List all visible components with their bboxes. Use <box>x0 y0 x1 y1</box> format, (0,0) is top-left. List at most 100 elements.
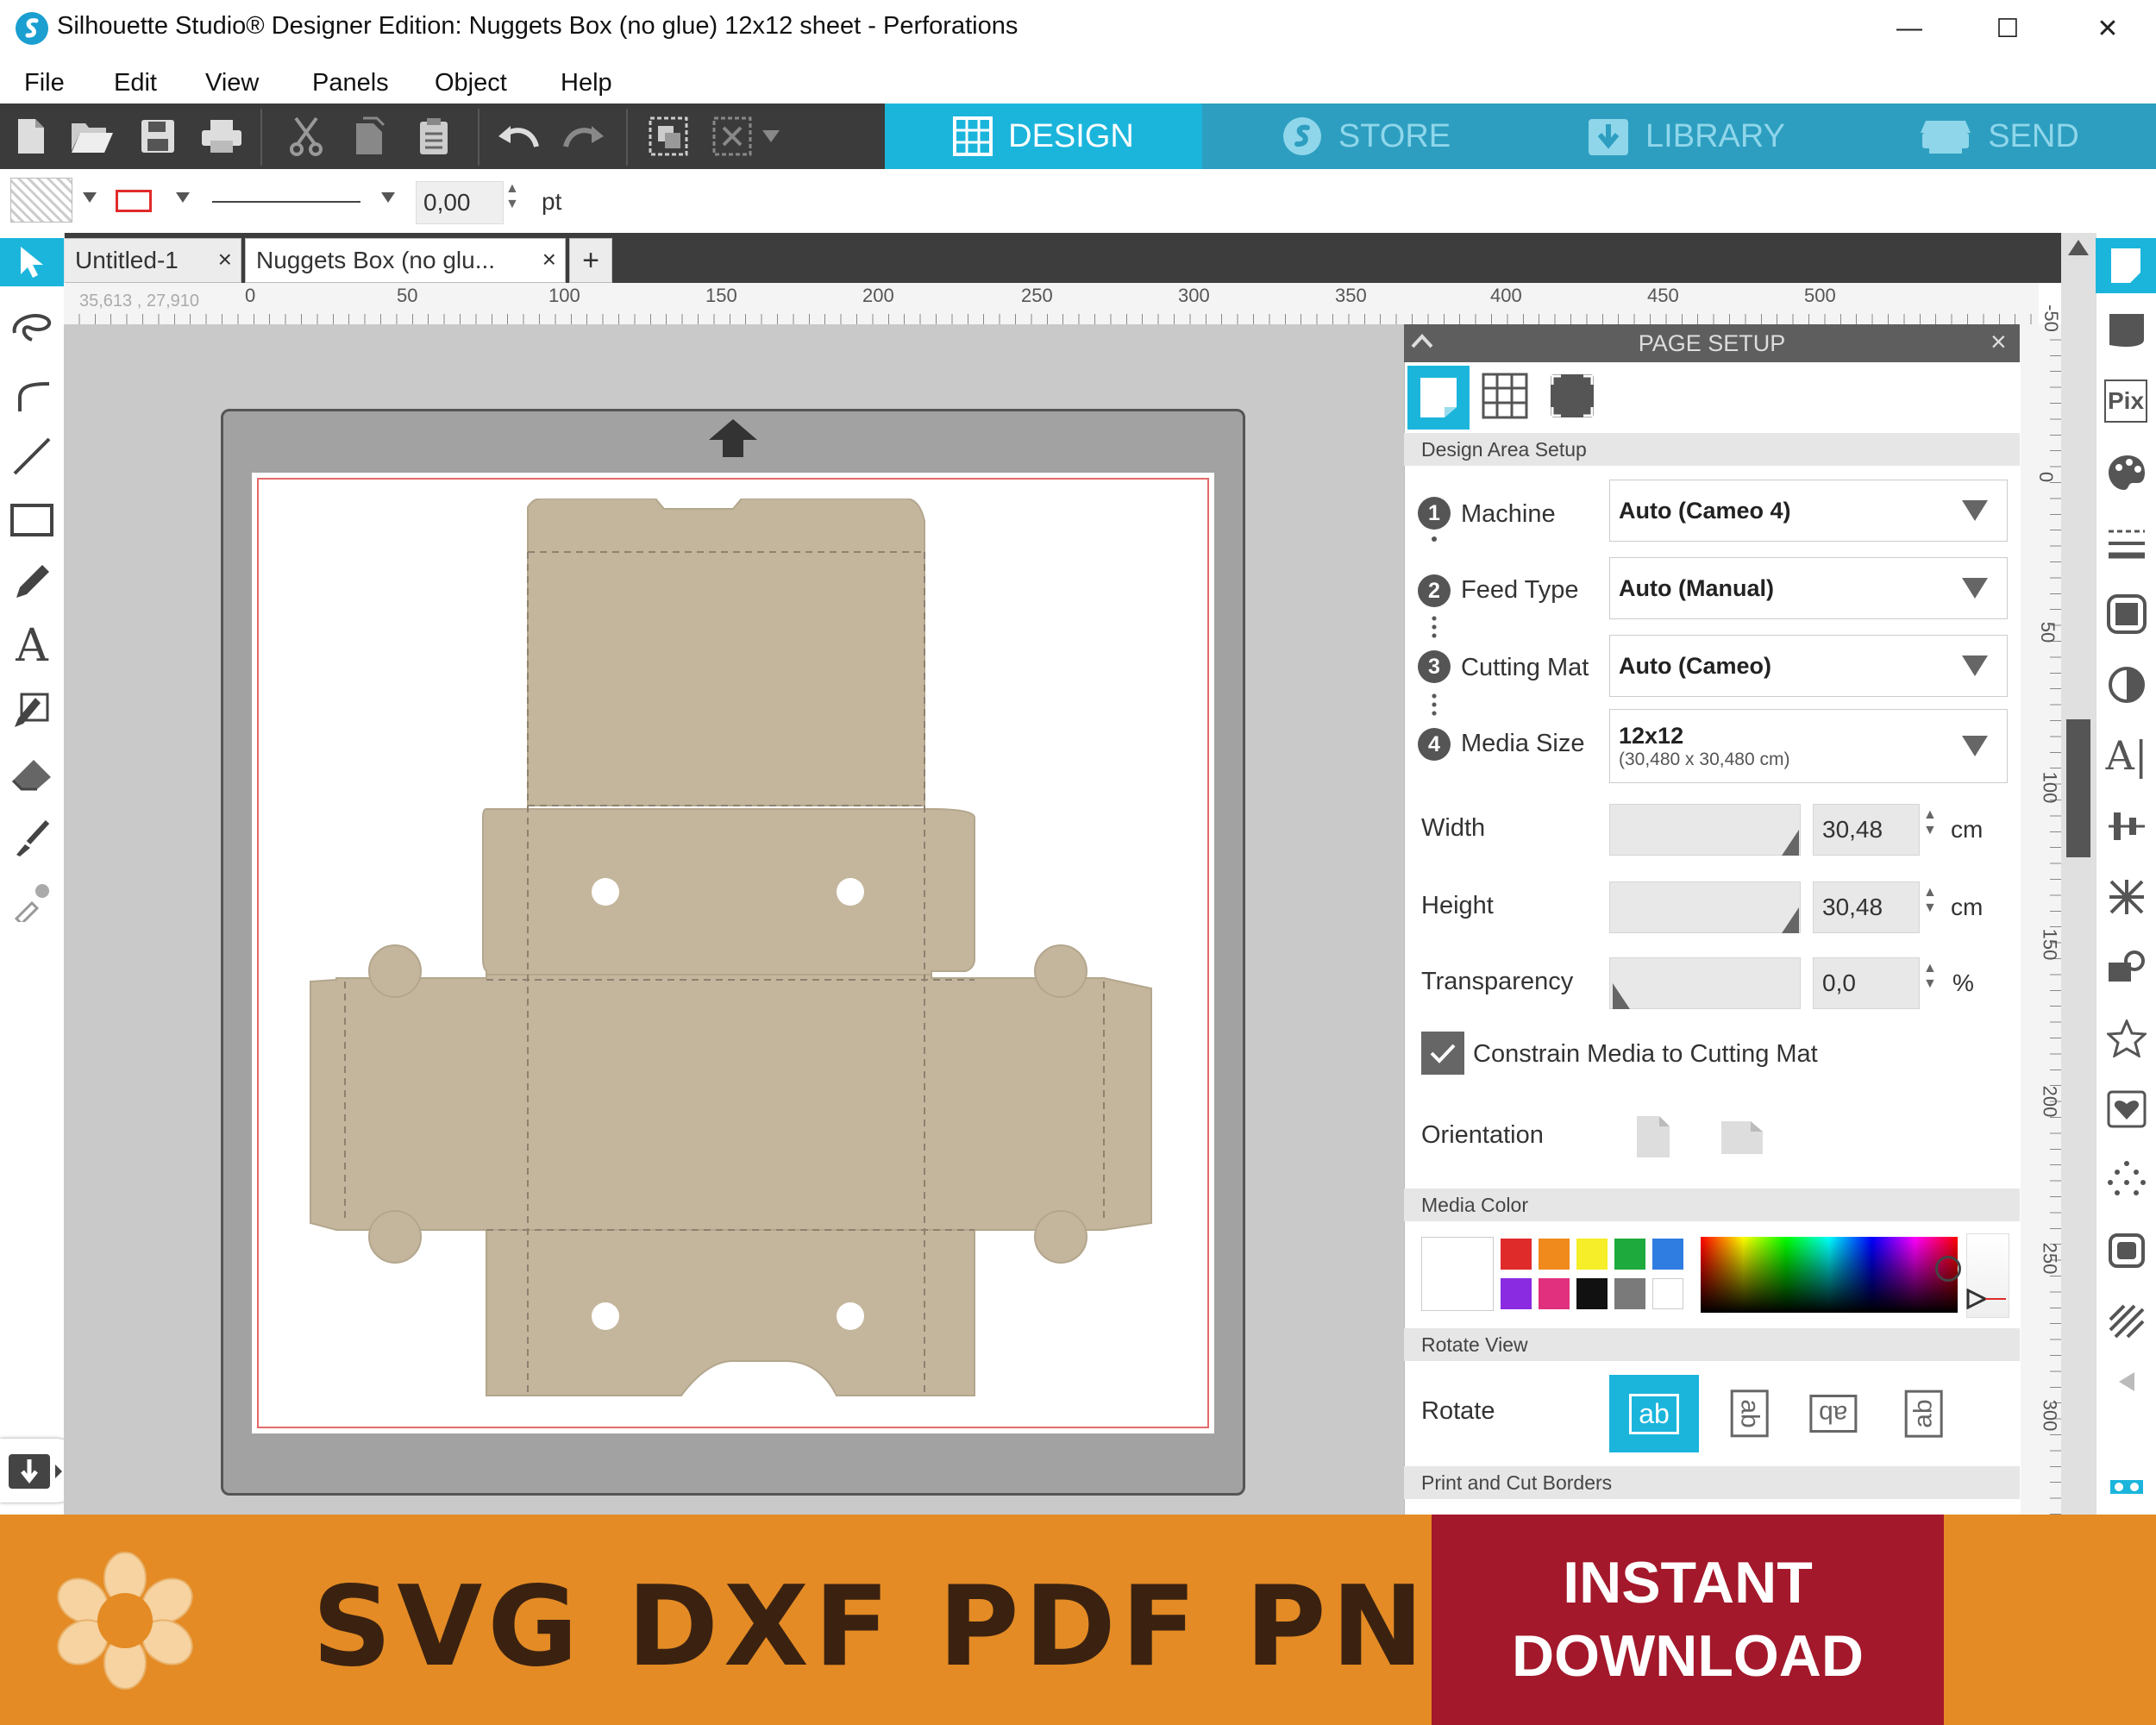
align-icon[interactable] <box>2104 804 2149 849</box>
rectangle-tool-icon[interactable] <box>7 495 57 545</box>
menu-help[interactable]: Help <box>561 69 612 97</box>
minimize-button[interactable]: — <box>1883 9 1935 48</box>
close-window-button[interactable]: ✕ <box>2082 9 2134 48</box>
menu-panels[interactable]: Panels <box>312 69 389 97</box>
menu-file[interactable]: File <box>24 69 65 97</box>
rotate-270-button[interactable]: ab <box>1896 1375 1952 1452</box>
media-size-select[interactable]: 12x12 (30,480 x 30,480 cm) <box>1609 709 2008 783</box>
save-icon[interactable] <box>135 112 181 160</box>
eyedropper-tool-icon[interactable] <box>7 876 57 926</box>
line-width-stepper[interactable]: ▲ ▼ <box>505 181 519 212</box>
select-tool-icon[interactable] <box>0 238 64 286</box>
rotate-90-button[interactable]: ab <box>1721 1375 1778 1452</box>
collapse-left-icon[interactable] <box>2104 1359 2149 1404</box>
curve-tool-icon[interactable] <box>7 367 57 417</box>
palette-icon[interactable] <box>2104 450 2149 495</box>
page-setup-tab-full-page-icon[interactable] <box>1549 373 1595 423</box>
eraser-tool-icon[interactable] <box>7 749 57 799</box>
line-color-swatch[interactable] <box>116 190 152 212</box>
feed-type-select[interactable]: Auto (Manual) <box>1609 557 2008 619</box>
group-icon[interactable] <box>645 112 692 160</box>
cut-icon[interactable] <box>283 112 329 160</box>
undo-icon[interactable] <box>495 112 542 160</box>
portrait-orientation-icon[interactable] <box>1635 1114 1671 1164</box>
height-stepper[interactable]: ▲ ▼ <box>1923 885 1937 916</box>
slider-handle-icon[interactable] <box>1782 907 1801 938</box>
color-swatch[interactable] <box>1652 1239 1683 1270</box>
tab-design[interactable]: DESIGN <box>885 104 1202 169</box>
transparency-slider[interactable] <box>1609 957 1801 1009</box>
tab-send[interactable]: SEND <box>1842 104 2156 169</box>
chevron-down-icon[interactable] <box>176 191 190 207</box>
ungroup-icon[interactable] <box>709 112 755 160</box>
landscape-orientation-icon[interactable] <box>1720 1120 1764 1160</box>
current-media-color-swatch[interactable] <box>1421 1237 1494 1311</box>
page-setup-tab-page[interactable] <box>1407 366 1470 430</box>
heart-library-icon[interactable] <box>2104 1087 2149 1132</box>
chevron-down-icon[interactable] <box>381 191 395 207</box>
print-icon[interactable] <box>198 112 245 160</box>
knife-tool-icon[interactable] <box>7 812 57 862</box>
color-picker-handle[interactable] <box>1935 1256 1961 1282</box>
close-tab-icon[interactable]: × <box>218 246 232 273</box>
color-swatch[interactable] <box>1539 1278 1570 1309</box>
menu-edit[interactable]: Edit <box>114 69 157 97</box>
color-swatch[interactable] <box>1539 1239 1570 1270</box>
close-panel-icon[interactable]: × <box>1990 326 2007 358</box>
rotate-0-button[interactable]: ab <box>1609 1375 1699 1452</box>
pixscan-icon[interactable]: Pix <box>2104 380 2147 423</box>
color-swatch[interactable] <box>1576 1239 1608 1270</box>
collapse-panel-icon[interactable] <box>1409 328 1435 358</box>
line-style-preview[interactable] <box>212 201 360 203</box>
open-file-icon[interactable] <box>69 112 116 160</box>
sketch-hatch-icon[interactable] <box>2104 1299 2149 1344</box>
color-swatch[interactable] <box>1652 1278 1683 1309</box>
new-file-icon[interactable] <box>7 112 53 160</box>
tab-store[interactable]: STORE <box>1202 104 1530 169</box>
rotate-180-button[interactable]: ab <box>1802 1375 1865 1452</box>
width-input[interactable]: 30,48 <box>1813 804 1920 856</box>
color-swatch[interactable] <box>1614 1278 1645 1309</box>
machine-select[interactable]: Auto (Cameo 4) <box>1609 480 2008 542</box>
menu-object[interactable]: Object <box>435 69 507 97</box>
brightness-handle-icon[interactable] <box>1966 1288 2008 1314</box>
scroll-up-icon[interactable] <box>2066 238 2090 261</box>
maximize-button[interactable]: ☐ <box>1982 9 2034 48</box>
width-stepper[interactable]: ▲ ▼ <box>1923 807 1937 838</box>
paste-icon[interactable] <box>411 112 457 160</box>
star-icon[interactable] <box>2104 1016 2149 1061</box>
transparency-input[interactable]: 0,0 <box>1813 957 1920 1009</box>
redo-icon[interactable] <box>561 112 607 160</box>
vertical-scrollbar[interactable] <box>2061 233 2096 1515</box>
scrollbar-thumb[interactable] <box>2066 719 2090 857</box>
page-setup-panel-icon[interactable] <box>2096 238 2156 293</box>
color-swatch[interactable] <box>1501 1239 1532 1270</box>
gradient-icon[interactable] <box>2104 662 2149 707</box>
menu-view[interactable]: View <box>205 69 259 97</box>
color-swatch[interactable] <box>1576 1278 1608 1309</box>
constrain-checkbox[interactable] <box>1421 1032 1464 1075</box>
text-tool-icon[interactable]: A <box>7 620 57 672</box>
close-tab-icon[interactable]: × <box>542 246 556 273</box>
pencil-tool-icon[interactable] <box>7 557 57 607</box>
text-style-icon[interactable]: A| <box>2104 732 2149 779</box>
line-width-input[interactable]: 0,00 <box>416 181 504 224</box>
transparency-stepper[interactable]: ▲ ▼ <box>1923 961 1937 992</box>
copy-icon[interactable] <box>347 112 393 160</box>
fill-pattern-swatch[interactable] <box>10 178 72 223</box>
width-slider[interactable] <box>1609 804 1801 856</box>
slider-handle-icon[interactable] <box>1611 983 1630 1013</box>
height-input[interactable]: 30,48 <box>1813 881 1920 933</box>
add-tab-button[interactable]: + <box>569 238 612 283</box>
page-setup-tab-grid-icon[interactable] <box>1482 373 1528 423</box>
transform-icon[interactable] <box>2104 945 2149 990</box>
sketch-tool-icon[interactable] <box>7 685 57 735</box>
registration-marks-icon[interactable] <box>2104 309 2149 354</box>
trace-icon[interactable] <box>2104 1157 2149 1202</box>
height-slider[interactable] <box>1609 881 1801 933</box>
doc-tab-nuggets-box[interactable]: Nuggets Box (no glu... × <box>245 238 566 283</box>
box-template-shape[interactable] <box>302 498 1164 1417</box>
doc-tab-untitled[interactable]: Untitled-1 × <box>64 238 241 283</box>
silhouette-connect-icon[interactable] <box>2104 1465 2149 1509</box>
replicate-icon[interactable] <box>2104 875 2149 919</box>
